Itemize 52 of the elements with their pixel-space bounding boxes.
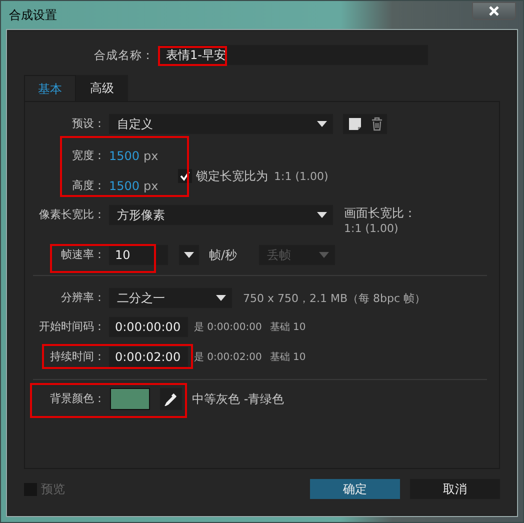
close-icon [488,6,500,16]
field-label: 分辨率： [60,290,105,306]
timecode-info: 是 0:00:00:00 [194,321,262,334]
pixel-aspect-dropdown[interactable]: 方形像素 [109,205,333,225]
field-label: 画面长宽比： [344,205,416,221]
timecode-info: 是 0:00:02:00 [194,351,262,364]
name-field[interactable]: 表情1-早安 [160,45,428,65]
frame-rate-field[interactable]: 10 [109,245,168,265]
ratio-value: 1:1 (1.00) [274,170,328,182]
eyedropper-icon [164,392,178,406]
frame-aspect-value: 1:1 (1.00) [344,221,400,237]
timebase-label: 基础 10 [270,320,306,334]
tab[interactable]: 基本 [24,75,76,101]
checkbox-label: 预览 [41,480,65,498]
new-page-icon[interactable] [348,117,362,131]
field-label: 宽度： [71,148,105,164]
frame-rate-dropdown[interactable] [179,245,199,265]
color-swatch[interactable] [110,388,150,410]
window-title: 合成设置 [9,7,57,24]
close-button[interactable] [472,2,516,20]
field-label: 预设： [71,116,105,132]
field-label: 合成名称： [93,48,155,62]
tab[interactable]: 高级 [76,75,128,101]
field-label: 背景颜色： [50,392,105,405]
caret-icon [317,212,327,218]
dialog-button[interactable]: 确定 [310,479,400,499]
trash-icon[interactable] [370,117,382,131]
caret-icon [319,252,329,258]
dialog-button[interactable]: 取消 [410,479,500,499]
timebase-label: 基础 10 [270,350,306,364]
checkbox-label: 锁定长宽比为 [196,168,268,184]
unit-label: px [144,179,158,193]
color-name: 中等灰色 -青绿色 [192,390,284,408]
preset-dropdown[interactable]: 自定义 [109,114,333,134]
field-label: 高度： [71,178,105,194]
timecode-field[interactable]: 0:00:02:00 [109,347,188,367]
dimension-value[interactable]: 1500 [109,149,140,163]
caret-icon [184,252,194,258]
field-label: 像素长宽比： [38,207,105,223]
annotation-box [158,46,227,66]
caret-icon [216,295,226,301]
unit-label: px [144,149,158,163]
field-label: 开始时间码： [39,320,105,333]
timecode-field[interactable]: 0:00:00:00 [109,317,188,337]
field-label: 持续时间： [50,350,105,363]
unit-label: 帧/秒 [209,246,238,264]
resolution-info: 750 x 750，2.1 MB（每 8bpc 帧） [243,290,426,306]
resolution-dropdown[interactable]: 二分之一 [109,288,232,308]
caret-icon [317,121,327,127]
field-label: 帧速率： [61,248,105,261]
dimension-value[interactable]: 1500 [109,179,140,193]
eyedropper-button[interactable] [160,388,182,410]
